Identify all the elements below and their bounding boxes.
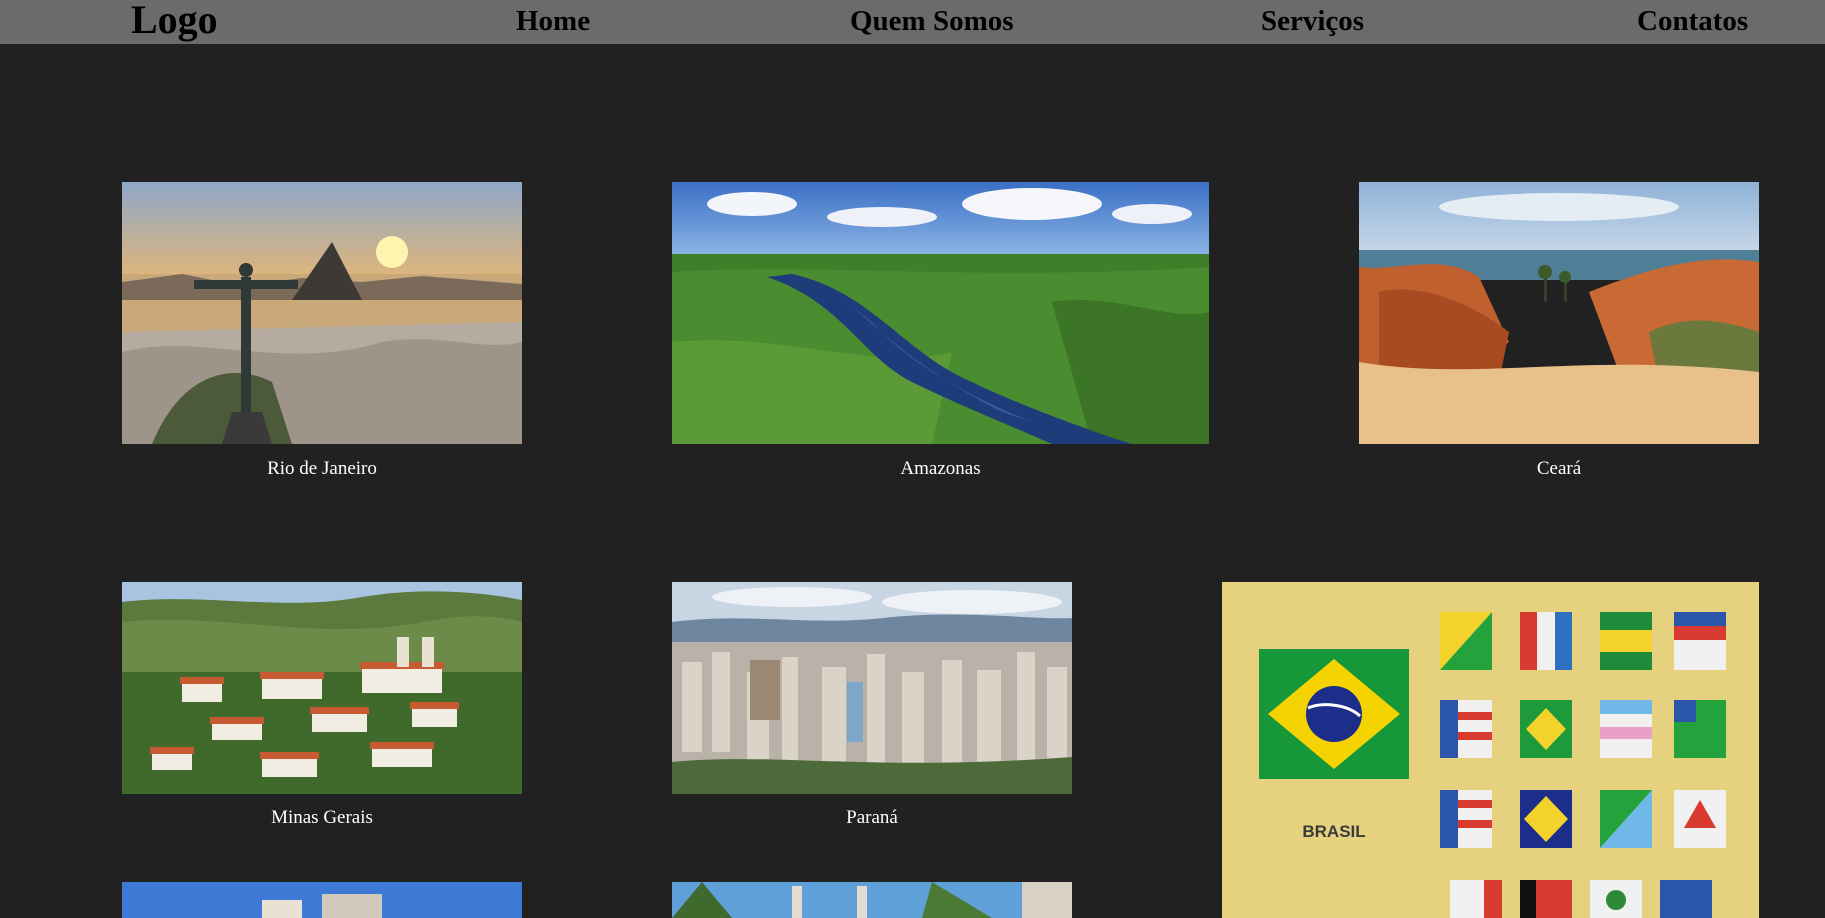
parana-caption: Paraná [846,807,898,828]
brasil-label: BRASIL [1302,822,1366,841]
brazil-flags-panel[interactable]: BRASIL [1222,582,1759,918]
nav-contatos-link[interactable]: Contatos [1637,0,1748,44]
row3-left-image [122,882,522,918]
nav-quem-somos-link[interactable]: Quem Somos [850,0,1014,44]
state-card-rio-de-janeiro[interactable]: Rio de Janeiro [122,182,522,482]
state-card-row3-left[interactable] [122,882,522,918]
state-card-parana[interactable]: Paraná [672,582,1072,832]
nav-home-link[interactable]: Home [516,0,590,44]
minas-gerais-caption: Minas Gerais [271,807,373,828]
parana-image [672,582,1072,794]
row3-middle-image [672,882,1072,918]
rio-de-janeiro-caption: Rio de Janeiro [267,458,377,479]
rio-de-janeiro-image [122,182,522,444]
nav-logo[interactable]: Logo [131,0,218,44]
top-navbar: Logo Home Quem Somos Serviços Contatos [0,0,1825,44]
amazonas-caption: Amazonas [900,458,981,479]
state-card-row3-middle[interactable] [672,882,1072,918]
state-card-ceara[interactable]: Ceará [1359,182,1759,482]
state-card-minas-gerais[interactable]: Minas Gerais [122,582,522,832]
brazil-flags-image [1222,582,1759,918]
state-card-amazonas[interactable]: Amazonas [672,182,1209,482]
ceara-image [1359,182,1759,444]
amazonas-image [672,182,1209,444]
ceara-caption: Ceará [1536,458,1582,479]
nav-servicos-link[interactable]: Serviços [1261,0,1364,44]
minas-gerais-image [122,582,522,794]
